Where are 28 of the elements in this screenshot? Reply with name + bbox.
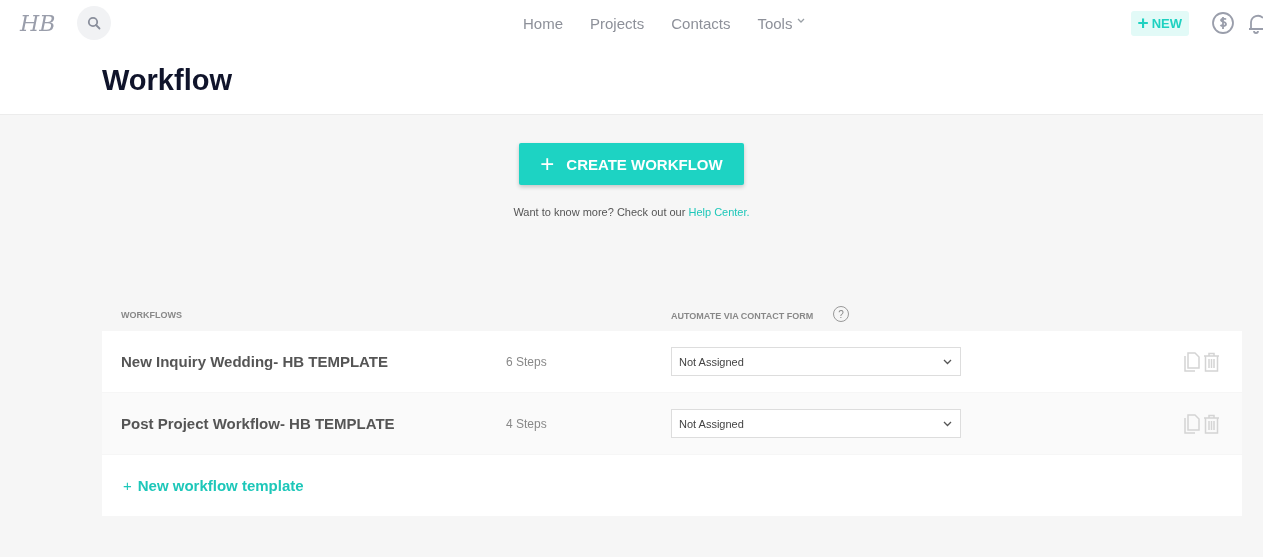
search-icon	[87, 16, 101, 30]
copy-icon[interactable]	[1184, 413, 1200, 434]
trash-icon[interactable]	[1203, 351, 1220, 372]
new-workflow-template-link[interactable]: + New workflow template	[123, 477, 304, 494]
new-button[interactable]: +NEW	[1130, 10, 1189, 36]
chevron-icon	[943, 358, 952, 365]
column-header: AUTOMATE VIA CONTACT FORM	[671, 311, 814, 321]
workflow-name[interactable]: Post Project Workflow- HB TEMPLATE	[121, 415, 506, 432]
copy-icon[interactable]	[1184, 351, 1200, 372]
step-count: 6 Steps	[506, 354, 548, 369]
chevron-icon	[943, 420, 952, 427]
logo[interactable]: HB	[20, 10, 58, 36]
help-text: Want to know more? Check out our Help Center.	[513, 206, 750, 218]
workflow-name[interactable]: New Inquiry Wedding- HB TEMPLATE	[121, 353, 506, 370]
create-workflow-button[interactable]: + CREATE WORKFLOW	[519, 143, 744, 185]
contact-form-dropdown[interactable]: Not Assigned	[671, 409, 961, 438]
page-title: Workflow	[102, 64, 233, 97]
nav-link[interactable]: Projects	[590, 14, 645, 32]
help-center-link[interactable]: Help Center.	[688, 206, 750, 218]
dollar-icon[interactable]	[1211, 11, 1235, 35]
trash-icon[interactable]	[1203, 413, 1220, 434]
contact-form-dropdown[interactable]: Not Assigned	[671, 347, 961, 376]
step-count: 4 Steps	[506, 416, 548, 431]
nav-link[interactable]: Home	[523, 14, 563, 32]
column-header: WORKFLOWS	[121, 309, 182, 320]
nav-link[interactable]: Contacts	[671, 14, 731, 32]
nav-link[interactable]: Tools	[757, 14, 806, 32]
search-button[interactable]	[77, 6, 111, 40]
